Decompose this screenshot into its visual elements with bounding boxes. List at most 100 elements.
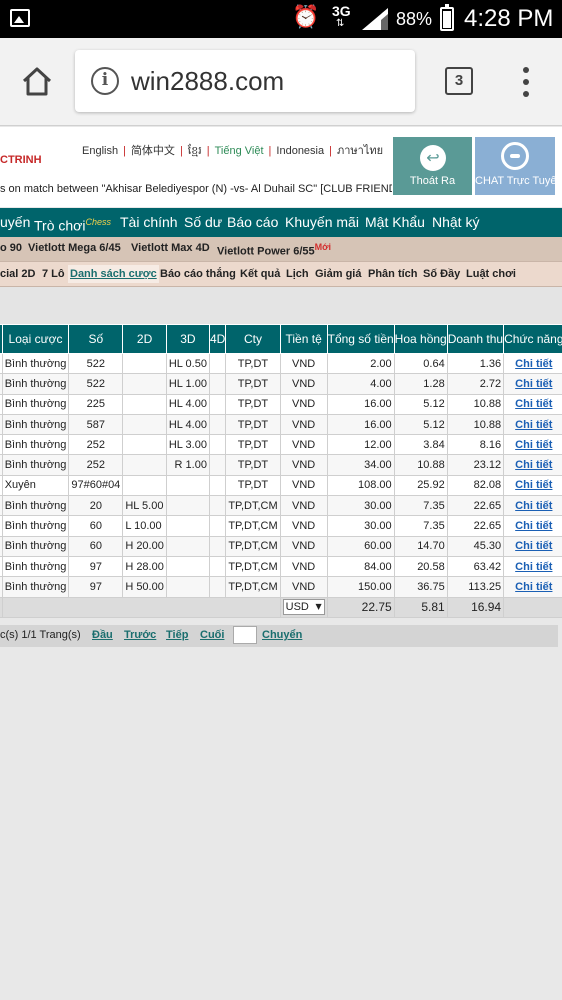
- tab-switcher-button[interactable]: 3: [445, 67, 473, 95]
- logout-icon: ↩: [420, 145, 446, 171]
- cell-commission: 1.28: [393, 373, 448, 395]
- detail-link[interactable]: Chi tiết: [515, 398, 552, 410]
- cell-bet-type: Bình thường: [1, 373, 70, 395]
- cell-total-amount: 150.00: [326, 576, 395, 598]
- subnav-results[interactable]: Kết quả: [240, 268, 280, 280]
- overflow-menu-icon[interactable]: [516, 65, 536, 99]
- cell-revenue: 22.65: [446, 495, 505, 517]
- cell-currency: VND: [279, 515, 328, 537]
- game-max-4d[interactable]: Vietlott Max 4D: [131, 242, 210, 254]
- cell-4d: [208, 454, 227, 476]
- language-selector: English | 简体中文 | ខ្មែរ | Tiếng Việt | Indonesia |…: [82, 145, 384, 157]
- lang-khmer[interactable]: ខ្មែរ: [188, 145, 202, 157]
- cell-4d: [208, 393, 227, 415]
- page-number-input[interactable]: [233, 626, 257, 644]
- signal-icon: [362, 8, 388, 30]
- subnav-special-2d[interactable]: cial 2D: [0, 268, 35, 280]
- nav-balance[interactable]: Số dư: [184, 213, 222, 231]
- cell-actions: Chi tiết: [503, 434, 562, 456]
- cell-3d: HL 1.00: [165, 373, 210, 395]
- subnav-win-report[interactable]: Báo cáo thắng: [160, 268, 236, 280]
- detail-link[interactable]: Chi tiết: [515, 479, 552, 491]
- game-keno[interactable]: o 90: [0, 242, 22, 254]
- detail-link[interactable]: Chi tiết: [515, 439, 552, 451]
- cell-total-amount: 4.00: [326, 373, 395, 395]
- subnav-bet-list[interactable]: Danh sách cược: [68, 265, 159, 283]
- cell-total-amount: 30.00: [326, 495, 395, 517]
- lang-english[interactable]: English: [82, 145, 118, 157]
- subnav-rules[interactable]: Luật chơi: [466, 268, 516, 280]
- lang-indonesia[interactable]: Indonesia: [276, 145, 324, 157]
- pager-prev[interactable]: Trước: [124, 629, 156, 641]
- nav-games[interactable]: Trò chơiChess: [34, 213, 111, 235]
- detail-link[interactable]: Chi tiết: [515, 500, 552, 512]
- cell-commission: 7.35: [393, 515, 448, 537]
- cell-total-amount: 60.00: [326, 535, 395, 557]
- cell-commission: 5.12: [393, 413, 448, 436]
- detail-link[interactable]: Chi tiết: [515, 419, 552, 431]
- col-bet-type: Loại cược: [1, 324, 70, 354]
- detail-link[interactable]: Chi tiết: [515, 520, 552, 532]
- lang-vietnamese[interactable]: Tiếng Việt: [215, 145, 264, 157]
- detail-link[interactable]: Chi tiết: [515, 581, 552, 593]
- nav-finance[interactable]: Tài chính: [120, 213, 178, 231]
- detail-link[interactable]: Chi tiết: [515, 378, 552, 390]
- cell-actions: Chi tiết: [503, 495, 562, 517]
- cell-currency: VND: [279, 393, 328, 415]
- nav-promo[interactable]: uyến: [0, 213, 30, 231]
- site-logo[interactable]: CTRINH: [0, 154, 42, 166]
- chess-badge: Chess: [85, 217, 111, 227]
- logout-button[interactable]: ↩ Thoát Ra: [393, 137, 472, 195]
- pager-last[interactable]: Cuối: [200, 629, 224, 641]
- game-mega-645[interactable]: Vietlott Mega 6/45: [28, 242, 121, 254]
- live-chat-button[interactable]: CHAT Trực Tuyến: [475, 137, 562, 195]
- cell-4d: [208, 495, 227, 517]
- subnav-discount[interactable]: Giảm giá: [315, 268, 361, 280]
- info-icon[interactable]: i: [91, 67, 119, 95]
- subnav-7-lo[interactable]: 7 Lô: [42, 268, 65, 280]
- total-commission: 5.81: [393, 596, 448, 618]
- detail-link[interactable]: Chi tiết: [515, 459, 552, 471]
- pager-next[interactable]: Tiếp: [166, 629, 188, 641]
- col-total-amount: Tổng số tiền: [326, 324, 395, 354]
- cell-number: 60: [68, 515, 124, 537]
- table-row: 5Bình thường60H 20.00TP,DT,CMVND60.0014.…: [0, 535, 562, 557]
- cell-3d: [165, 576, 210, 598]
- cell-3d: [165, 515, 210, 537]
- cell-actions: Chi tiết: [503, 555, 562, 578]
- cell-commission: 3.84: [393, 434, 448, 456]
- table-row: 7Xuyên97#60#04TP,DTVND108.0025.9282.08Ch…: [0, 474, 562, 497]
- detail-link[interactable]: Chi tiết: [515, 540, 552, 552]
- lang-thai[interactable]: ภาษาไทย: [337, 145, 383, 157]
- currency-select[interactable]: USD: [282, 599, 325, 616]
- home-icon[interactable]: [20, 64, 54, 98]
- cell-bet-type: Xuyên: [1, 474, 70, 497]
- cell-4d: [208, 373, 227, 395]
- col-4d: 4D: [208, 324, 227, 354]
- detail-link[interactable]: Chi tiết: [515, 358, 552, 370]
- url-text[interactable]: win2888.com: [131, 65, 284, 97]
- game-power-655[interactable]: Vietlott Power 6/55Mới: [217, 242, 331, 258]
- subnav-analysis[interactable]: Phân tích: [368, 268, 418, 280]
- nav-promotions[interactable]: Khuyến mãi: [285, 213, 359, 231]
- pager-go[interactable]: Chuyển: [262, 629, 302, 641]
- pager-first[interactable]: Đầu: [92, 629, 113, 641]
- cell-company: TP,DT: [225, 434, 281, 456]
- nav-password[interactable]: Mật Khẩu: [365, 213, 425, 231]
- nav-log[interactable]: Nhật ký: [432, 213, 479, 231]
- cell-3d: HL 0.50: [165, 352, 210, 375]
- detail-link[interactable]: Chi tiết: [515, 561, 552, 573]
- cell-3d: [165, 474, 210, 497]
- cell-total-amount: 2.00: [326, 352, 395, 375]
- subnav-schedule[interactable]: Lịch: [286, 268, 309, 280]
- nav-reports[interactable]: Báo cáo: [227, 213, 278, 231]
- cell-actions: Chi tiết: [503, 413, 562, 436]
- subnav-full-numbers[interactable]: Số Đầy: [423, 268, 460, 280]
- total-row: g USD 22.75 5.81 16.94: [0, 596, 562, 618]
- cell-actions: Chi tiết: [503, 393, 562, 415]
- lang-chinese[interactable]: 简体中文: [131, 145, 175, 157]
- url-bar[interactable]: i win2888.com: [75, 50, 415, 112]
- cell-bet-type: Bình thường: [1, 576, 70, 598]
- cell-currency: VND: [279, 373, 328, 395]
- table-row: 1Bình thường225HL 4.00TP,DTVND16.005.121…: [0, 393, 562, 415]
